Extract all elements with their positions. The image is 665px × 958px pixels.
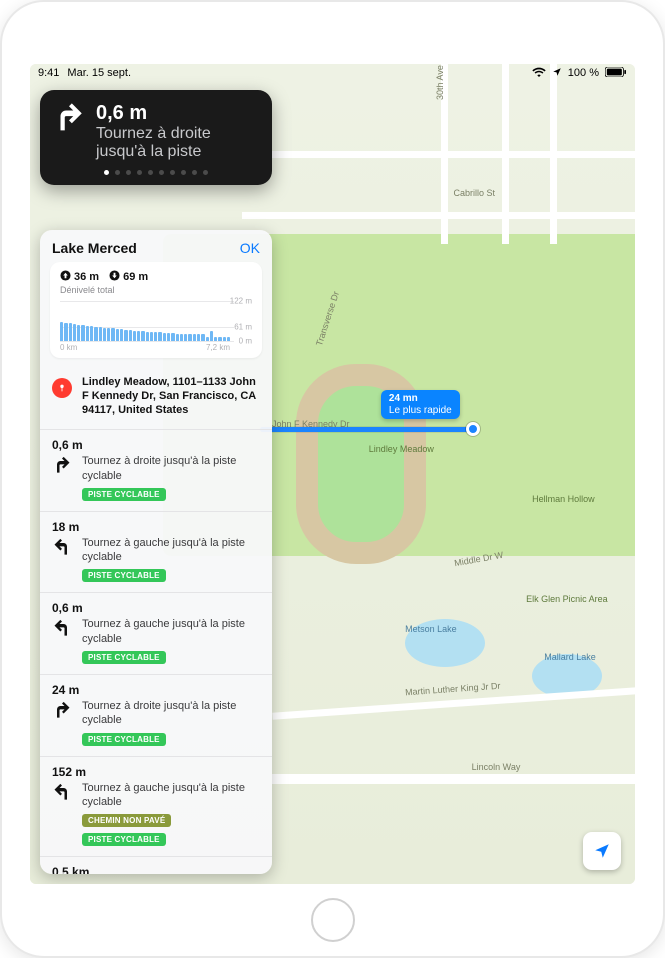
street-label-mlk: Martin Luther King Jr Dr — [405, 681, 501, 698]
current-location-dot — [466, 422, 480, 436]
step-distance: 0,6 m — [52, 438, 260, 452]
step-instruction: Tournez à gauche jusqu'à la piste cyclab… — [82, 536, 260, 565]
route-tag: PISTE CYCLABLE — [82, 651, 166, 664]
step-distance: 24 m — [52, 683, 260, 697]
down-arrow-icon — [109, 270, 120, 284]
step-row[interactable]: 0,6 m Tournez à gauche jusqu'à la piste c… — [40, 593, 272, 675]
route-tag: PISTE CYCLABLE — [82, 488, 166, 501]
elev-subtitle: Dénivelé total — [60, 285, 252, 295]
banner-page-dots — [52, 170, 260, 175]
route-time-badge[interactable]: 24 mn Le plus rapide — [381, 390, 460, 419]
pin-icon — [52, 378, 72, 398]
turn-right-icon — [52, 456, 72, 481]
status-bar: 9:41 Mar. 15 sept. 100 % — [30, 64, 635, 82]
poi-lindley: Lindley Meadow — [369, 444, 434, 454]
status-date: Mar. 15 sept. — [67, 67, 131, 79]
elevation-card[interactable]: 36 m 69 m Dénivelé total 122 m 61 m 0 m … — [50, 262, 262, 358]
location-status-icon — [552, 67, 562, 80]
step-distance: 18 m — [52, 520, 260, 534]
route-qualifier: Le plus rapide — [389, 405, 452, 417]
route-tag: CHEMIN NON PAVÉ — [82, 814, 171, 827]
street-label-cabrillo: Cabrillo St — [454, 188, 496, 198]
step-instruction: Tournez à droite jusqu'à la piste cyclab… — [82, 454, 260, 483]
nav-distance: 0,6 m — [96, 102, 260, 124]
step-row[interactable]: 18 m Tournez à gauche jusqu'à la piste cy… — [40, 512, 272, 594]
route-tag: PISTE CYCLABLE — [82, 569, 166, 582]
directions-panel: Lake Merced OK 36 m 69 m Dénivelé total … — [40, 230, 272, 874]
route-tag: PISTE CYCLABLE — [82, 733, 166, 746]
wifi-icon — [532, 67, 546, 80]
step-distance: 0,6 m — [52, 601, 260, 615]
step-row[interactable]: 152 m Tournez à gauche jusqu'à la piste c… — [40, 757, 272, 858]
turn-by-turn-banner[interactable]: 0,6 m Tournez à droite jusqu'à la piste — [40, 90, 272, 185]
steps-list[interactable]: Lindley Meadow, 1101–1133 John F Kennedy… — [40, 366, 272, 874]
up-arrow-icon — [60, 270, 71, 284]
panel-title: Lake Merced — [52, 240, 240, 256]
step-row[interactable]: 24 m Tournez à droite jusqu'à la piste cy… — [40, 675, 272, 757]
poi-metson: Metson Lake — [405, 624, 457, 634]
step-row[interactable]: 0,6 m Tournez à droite jusqu'à la piste c… — [40, 430, 272, 512]
route-polyline — [260, 427, 470, 432]
turn-right-icon — [52, 701, 72, 726]
elev-up: 36 m — [74, 271, 99, 283]
step-row[interactable]: 0,5 km — [40, 857, 272, 874]
step-distance: 152 m — [52, 765, 260, 779]
turn-left-icon — [52, 783, 72, 808]
screen: 9:41 Mar. 15 sept. 100 % — [30, 64, 635, 884]
destination-row[interactable]: Lindley Meadow, 1101–1133 John F Kennedy… — [40, 366, 272, 430]
step-instruction: Tournez à droite jusqu'à la piste cyclab… — [82, 699, 260, 728]
ipad-frame: 9:41 Mar. 15 sept. 100 % — [0, 0, 665, 958]
poi-mallard: Mallard Lake — [544, 652, 596, 662]
step-distance: 0,5 km — [52, 865, 260, 874]
elevation-chart: 122 m 61 m 0 m — [60, 301, 252, 353]
turn-left-icon — [52, 619, 72, 644]
ok-button[interactable]: OK — [240, 240, 260, 256]
street-label-lincoln: Lincoln Way — [472, 762, 521, 772]
step-instruction: Tournez à gauche jusqu'à la piste cyclab… — [82, 617, 260, 646]
turn-left-icon — [52, 538, 72, 563]
route-tag: PISTE CYCLABLE — [82, 833, 166, 846]
poi-elkglen: Elk Glen Picnic Area — [526, 594, 608, 604]
turn-right-icon — [52, 102, 86, 136]
destination-address: Lindley Meadow, 1101–1133 John F Kennedy… — [82, 376, 260, 417]
status-time: 9:41 — [38, 67, 59, 79]
elev-down: 69 m — [123, 271, 148, 283]
battery-icon — [605, 67, 627, 80]
recenter-button[interactable] — [583, 832, 621, 870]
poi-hellman: Hellman Hollow — [532, 494, 595, 504]
battery-percent: 100 % — [568, 67, 599, 79]
step-instruction: Tournez à gauche jusqu'à la piste cyclab… — [82, 781, 260, 810]
nav-instruction: Tournez à droite jusqu'à la piste — [96, 125, 260, 162]
route-time: 24 mn — [389, 393, 452, 405]
home-button[interactable] — [311, 898, 355, 942]
